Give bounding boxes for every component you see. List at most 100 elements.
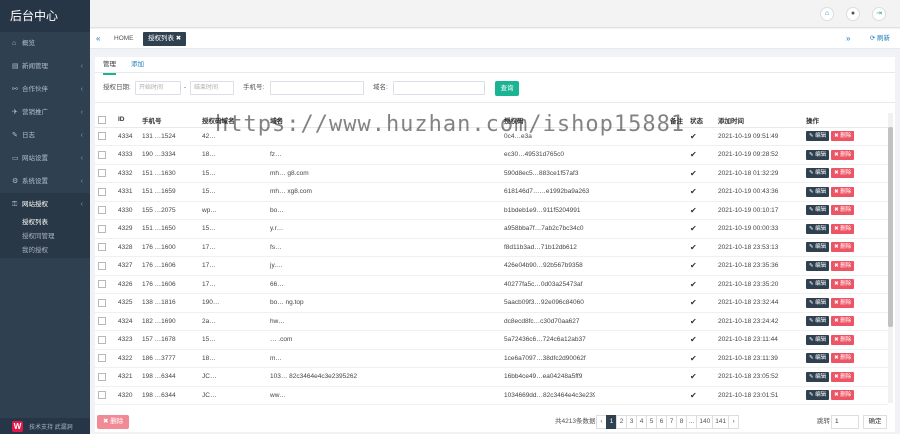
- user-icon[interactable]: ●: [846, 7, 860, 21]
- edit-button[interactable]: ✎ 编辑: [806, 242, 830, 253]
- table-row: 4325 138 …1816 190… bo… ng.top 5aacb09f3…92e…: [95, 293, 888, 313]
- row-checkbox[interactable]: [98, 372, 106, 381]
- cell-actions: ✎ 编辑 ✖ 删除: [803, 182, 888, 202]
- delete-button[interactable]: ✖ 删除: [831, 131, 855, 142]
- edit-button[interactable]: ✎ 编辑: [806, 131, 830, 142]
- subtab-add[interactable]: 添加: [131, 57, 144, 73]
- cell-domain: ww…: [267, 386, 501, 405]
- sidebar-item-4[interactable]: ✎ 日志 ‹: [0, 124, 90, 147]
- submenu-item-auth-manage[interactable]: 授权同管理: [0, 230, 90, 244]
- check-icon: ✔: [690, 242, 697, 252]
- domain-input[interactable]: [393, 81, 485, 95]
- delete-button[interactable]: ✖ 删除: [831, 279, 855, 290]
- row-checkbox[interactable]: [98, 132, 106, 141]
- cell-added-time: 2021-10-18 23:53:13: [715, 238, 803, 257]
- row-checkbox[interactable]: [98, 243, 106, 252]
- sidebar-item-7[interactable]: ⚿ 网站授权 ‹: [0, 193, 90, 216]
- logout-icon[interactable]: ⇥: [872, 7, 886, 21]
- tab-auth-list[interactable]: 授权列表 ✖: [143, 32, 187, 46]
- sidebar-item-6[interactable]: ⚙ 系统设置 ‹: [0, 170, 90, 193]
- phone-input[interactable]: [270, 81, 364, 95]
- row-checkbox[interactable]: [98, 169, 106, 178]
- delete-button[interactable]: ✖ 删除: [831, 371, 855, 382]
- delete-button[interactable]: ✖ 删除: [831, 205, 855, 216]
- table-scrollbar[interactable]: [888, 113, 893, 403]
- delete-button[interactable]: ✖ 删除: [831, 223, 855, 234]
- row-checkbox[interactable]: [98, 261, 106, 270]
- delete-button[interactable]: ✖ 删除: [831, 149, 855, 160]
- delete-button[interactable]: ✖ 删除: [831, 168, 855, 179]
- edit-button[interactable]: ✎ 编辑: [806, 334, 830, 345]
- edit-button[interactable]: ✎ 编辑: [806, 260, 830, 271]
- edit-button[interactable]: ✎ 编辑: [806, 186, 830, 197]
- col-actions: 操作: [803, 113, 888, 128]
- row-checkbox[interactable]: [98, 206, 106, 215]
- cell-id: 4320: [115, 386, 139, 405]
- row-checkbox[interactable]: [98, 187, 106, 196]
- row-checkbox[interactable]: [98, 280, 106, 289]
- cell-actions: ✎ 编辑 ✖ 删除: [803, 127, 888, 146]
- delete-button[interactable]: ✖ 删除: [831, 297, 855, 308]
- tabs-prev-icon[interactable]: «: [96, 29, 100, 49]
- row-checkbox[interactable]: [98, 391, 106, 400]
- goto-page-input[interactable]: 1: [831, 415, 859, 429]
- table-row: 4321 198 …6344 JC… 103… 82c3464e4c3e2395262…: [95, 367, 888, 387]
- row-checkbox[interactable]: [98, 150, 106, 159]
- delete-button[interactable]: ✖ 删除: [831, 334, 855, 345]
- edit-button[interactable]: ✎ 编辑: [806, 223, 830, 234]
- sidebar-item-1[interactable]: ▤ 新闻管理 ‹: [0, 55, 90, 78]
- delete-button[interactable]: ✖ 删除: [831, 316, 855, 327]
- submenu-item-auth-list[interactable]: 授权列表: [0, 216, 90, 230]
- cell-id: 4333: [115, 145, 139, 165]
- home-icon[interactable]: ⌂: [820, 7, 834, 21]
- row-checkbox[interactable]: [98, 298, 106, 307]
- delete-button[interactable]: ✖ 删除: [831, 242, 855, 253]
- cell-auth-domain: 2a…: [199, 312, 267, 331]
- row-checkbox[interactable]: [98, 224, 106, 233]
- edit-button[interactable]: ✎ 编辑: [806, 390, 830, 401]
- cell-auth-code: 1034669dd…82c3464e4c3e2395262: [501, 386, 595, 405]
- cell-status: ✔: [687, 145, 715, 165]
- page-button[interactable]: ›: [728, 415, 740, 429]
- page-button[interactable]: 140: [696, 415, 714, 429]
- submenu-item-my-auth[interactable]: 我的授权: [0, 244, 90, 258]
- select-all-checkbox[interactable]: [98, 115, 106, 124]
- cell-id: 4330: [115, 201, 139, 220]
- sidebar-item-3[interactable]: ✈ 营销推广 ‹: [0, 101, 90, 124]
- refresh-button[interactable]: ⟳ 刷新: [870, 29, 890, 49]
- row-checkbox[interactable]: [98, 335, 106, 344]
- sidebar-item-5[interactable]: ▭ 网站设置 ‹: [0, 147, 90, 170]
- bulk-delete-button[interactable]: ✖ 删除: [97, 415, 130, 429]
- edit-button[interactable]: ✎ 编辑: [806, 168, 830, 179]
- row-checkbox[interactable]: [98, 317, 106, 326]
- query-button[interactable]: 查询: [495, 81, 519, 96]
- check-icon: ✔: [690, 205, 697, 215]
- cell-added-time: 2021-10-18 01:32:29: [715, 164, 803, 183]
- edit-button[interactable]: ✎ 编辑: [806, 353, 830, 364]
- sidebar-item-label: 概览: [22, 40, 35, 47]
- delete-button[interactable]: ✖ 删除: [831, 186, 855, 197]
- edit-button[interactable]: ✎ 编辑: [806, 316, 830, 327]
- tabs-next-icon[interactable]: »: [846, 29, 850, 49]
- tab-home[interactable]: HOME: [114, 29, 134, 49]
- end-date-input[interactable]: 结束时间: [190, 81, 234, 95]
- delete-button[interactable]: ✖ 删除: [831, 260, 855, 271]
- megaphone-icon: ✈: [12, 109, 18, 116]
- edit-button[interactable]: ✎ 编辑: [806, 371, 830, 382]
- scrollbar-thumb[interactable]: [888, 127, 893, 327]
- edit-button[interactable]: ✎ 编辑: [806, 297, 830, 308]
- goto-confirm-button[interactable]: 确定: [863, 415, 887, 429]
- edit-button[interactable]: ✎ 编辑: [806, 149, 830, 160]
- col-phone: 手机号: [139, 113, 199, 128]
- edit-button[interactable]: ✎ 编辑: [806, 279, 830, 290]
- page-button[interactable]: 141: [712, 415, 730, 429]
- start-date-input[interactable]: 开始时间: [135, 81, 181, 95]
- row-checkbox[interactable]: [98, 354, 106, 363]
- search-bar: 授权日期: 开始时间 - 结束时间 手机号: 域名: 查询: [95, 73, 895, 103]
- edit-button[interactable]: ✎ 编辑: [806, 205, 830, 216]
- sidebar-item-2[interactable]: ⚯ 合作伙伴 ‹: [0, 78, 90, 101]
- cell-auth-domain: 190…: [199, 293, 267, 313]
- delete-button[interactable]: ✖ 删除: [831, 353, 855, 364]
- delete-button[interactable]: ✖ 删除: [831, 390, 855, 401]
- sidebar-item-0[interactable]: ⌂ 概览: [0, 32, 90, 55]
